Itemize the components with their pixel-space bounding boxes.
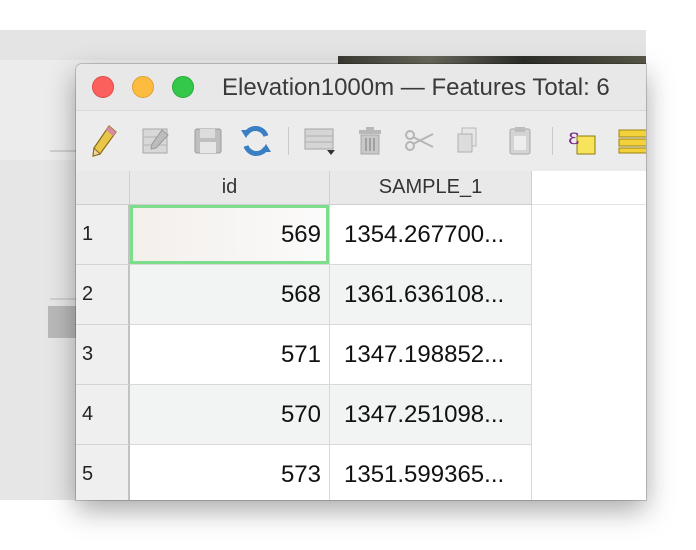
attribute-table-window: Elevation1000m — Features Total: 6 ε id …: [76, 64, 646, 500]
sample-cell[interactable]: 1351.599365...: [330, 445, 532, 500]
close-window-button[interactable]: [92, 76, 114, 98]
toolbar-separator: [552, 127, 553, 155]
id-cell[interactable]: 568: [130, 265, 330, 325]
attribute-toolbar: ε: [76, 111, 646, 171]
table-corner-header[interactable]: [76, 171, 130, 205]
save-icon: [194, 128, 222, 154]
row-number[interactable]: 2: [76, 265, 130, 325]
background-divider: [50, 298, 78, 300]
pencil-icon: [92, 125, 117, 157]
row-number[interactable]: 4: [76, 385, 130, 445]
trash-icon: [359, 127, 381, 155]
id-cell[interactable]: 569: [130, 205, 330, 265]
select-all-icon: [618, 129, 646, 154]
cut-selected-button[interactable]: [402, 123, 438, 159]
save-edits-button[interactable]: [190, 123, 226, 159]
sample-cell[interactable]: 1361.636108...: [330, 265, 532, 325]
paste-features-button[interactable]: [502, 123, 538, 159]
table-row[interactable]: 5 573 1351.599365...: [76, 445, 532, 500]
sample-cell[interactable]: 1347.198852...: [330, 325, 532, 385]
table-row[interactable]: 1 569 1354.267700...: [76, 205, 532, 265]
toggle-editing-button[interactable]: [86, 123, 122, 159]
paste-icon: [509, 127, 531, 155]
edit-table-icon: [142, 128, 169, 154]
column-header-id[interactable]: id: [130, 171, 330, 205]
title-bar[interactable]: Elevation1000m — Features Total: 6: [76, 64, 646, 111]
select-all-button[interactable]: [616, 123, 646, 159]
id-cell[interactable]: 571: [130, 325, 330, 385]
delete-selected-button[interactable]: [352, 123, 388, 159]
add-feature-button[interactable]: [302, 123, 338, 159]
copy-selected-button[interactable]: [450, 123, 486, 159]
id-cell[interactable]: 573: [130, 445, 330, 500]
zoom-window-button[interactable]: [172, 76, 194, 98]
sample-cell[interactable]: 1347.251098...: [330, 385, 532, 445]
attribute-table: id SAMPLE_1 1 569 1354.267700... 2 568 1…: [76, 171, 646, 500]
background-divider: [50, 150, 78, 152]
minimize-window-button[interactable]: [132, 76, 154, 98]
sample-cell[interactable]: 1354.267700...: [330, 205, 532, 265]
refresh-icon: [241, 126, 271, 156]
window-title: Elevation1000m — Features Total: 6: [222, 74, 610, 101]
row-number[interactable]: 3: [76, 325, 130, 385]
toolbar-separator: [288, 127, 289, 155]
id-cell[interactable]: 570: [130, 385, 330, 445]
select-by-expression-button[interactable]: ε: [564, 123, 600, 159]
svg-text:ε: ε: [568, 125, 579, 150]
reload-table-button[interactable]: [238, 123, 274, 159]
column-header-sample-1[interactable]: SAMPLE_1: [330, 171, 532, 205]
table-row[interactable]: 4 570 1347.251098...: [76, 385, 532, 445]
background-scrollbar: [48, 306, 78, 338]
row-number[interactable]: 5: [76, 445, 130, 500]
multi-edit-button[interactable]: [138, 123, 174, 159]
table-row[interactable]: 3 571 1347.198852...: [76, 325, 532, 385]
header-filler: [532, 171, 646, 205]
scissors-icon: [405, 130, 434, 151]
table-row[interactable]: 2 568 1361.636108...: [76, 265, 532, 325]
copy-icon: [457, 127, 477, 153]
add-row-icon: [304, 128, 335, 155]
row-number[interactable]: 1: [76, 205, 130, 265]
expression-select-icon: ε: [568, 125, 596, 155]
